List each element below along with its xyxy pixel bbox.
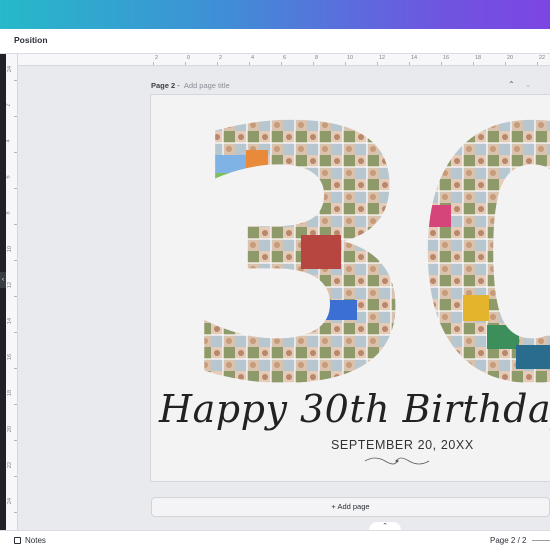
flourish-ornament	[364, 457, 430, 465]
ruler-tick	[14, 152, 17, 153]
ruler-tick	[14, 296, 17, 297]
ruler-tick-label: 8	[6, 211, 12, 215]
ruler-tick	[537, 62, 538, 65]
photo-collage-number[interactable]: 30	[151, 95, 550, 385]
context-toolbar: Position	[0, 29, 550, 54]
page-controls: ⌃ ⌄	[508, 80, 541, 89]
ruler-tick-label: 24	[7, 497, 14, 505]
page-separator: -	[175, 81, 182, 90]
ruler-tick-label: 22	[539, 55, 546, 61]
notes-button[interactable]: Notes	[14, 536, 46, 545]
ruler-tick	[14, 80, 17, 81]
ruler-tick-label: 8	[315, 55, 319, 61]
ruler-tick	[281, 62, 282, 65]
vertical-ruler: 24 2 4 6 8 10 12 14 16 18 20 22 24	[6, 54, 18, 530]
ruler-tick	[14, 332, 17, 333]
horizontal-ruler: 2024681012141618202224	[18, 54, 550, 66]
page-number-label: Page 2	[151, 81, 176, 90]
ruler-tick	[249, 62, 250, 65]
ruler-tick-label: 4	[251, 55, 255, 61]
ruler-tick-label: 14	[411, 55, 418, 61]
notes-icon	[14, 537, 21, 544]
ruler-tick	[14, 404, 17, 405]
ruler-tick	[14, 440, 17, 441]
ruler-tick-label: 4	[6, 139, 12, 143]
ruler-tick	[441, 62, 442, 65]
ruler-tick-label: 2	[155, 55, 159, 61]
ruler-tick-label: 20	[507, 55, 514, 61]
ruler-tick	[14, 116, 17, 117]
event-date[interactable]: SEPTEMBER 20, 20XX	[331, 438, 474, 452]
page-header: Page 2 - Add page title	[151, 81, 230, 90]
ruler-tick-label: 2	[219, 55, 223, 61]
ruler-tick-label: 20	[7, 425, 14, 433]
ruler-tick	[313, 62, 314, 65]
zoom-slider[interactable]	[532, 540, 550, 541]
ruler-tick-label: 14	[7, 317, 14, 325]
add-page-button[interactable]: + Add page	[151, 497, 550, 517]
ruler-tick-label: 10	[347, 55, 354, 61]
ruler-tick-label: 16	[7, 353, 14, 361]
ruler-tick	[14, 476, 17, 477]
ruler-tick	[153, 62, 154, 65]
ruler-tick-label: 10	[7, 245, 14, 253]
ruler-tick-label: 12	[7, 281, 14, 289]
ruler-tick	[14, 512, 17, 513]
ruler-tick	[345, 62, 346, 65]
chevron-down-icon[interactable]: ⌄	[525, 80, 532, 89]
birthday-headline[interactable]: Happy 30th Birthday Sa	[159, 387, 550, 431]
ruler-tick-label: 12	[379, 55, 386, 61]
ruler-tick	[217, 62, 218, 65]
ruler-tick	[409, 62, 410, 65]
ruler-tick-label: 6	[283, 55, 287, 61]
ruler-tick	[14, 368, 17, 369]
ruler-tick-label: 18	[7, 389, 14, 397]
design-canvas[interactable]: 30 Happy 30th Bir	[151, 95, 550, 481]
ruler-tick-label: 18	[475, 55, 482, 61]
chevron-up-icon[interactable]: ⌃	[508, 80, 515, 89]
top-header-bar	[0, 0, 550, 29]
ruler-tick-label: 0	[187, 55, 191, 61]
page-title-input[interactable]: Add page title	[184, 81, 230, 90]
ruler-tick	[505, 62, 506, 65]
page-count[interactable]: Page 2 / 2	[490, 536, 526, 545]
ruler-tick-label: 2	[6, 103, 12, 107]
ruler-tick	[185, 62, 186, 65]
ruler-tick	[377, 62, 378, 65]
ruler-tick	[14, 224, 17, 225]
ruler-tick-label: 24	[7, 65, 14, 73]
bottom-bar: Notes Page 2 / 2	[0, 530, 550, 550]
ruler-tick-label: 6	[6, 175, 12, 179]
ruler-tick-label: 22	[7, 461, 14, 469]
ruler-tick-label: 16	[443, 55, 450, 61]
notes-label: Notes	[25, 536, 46, 545]
position-button[interactable]: Position	[14, 35, 48, 45]
ruler-tick	[14, 188, 17, 189]
ruler-tick	[473, 62, 474, 65]
ruler-tick	[14, 260, 17, 261]
